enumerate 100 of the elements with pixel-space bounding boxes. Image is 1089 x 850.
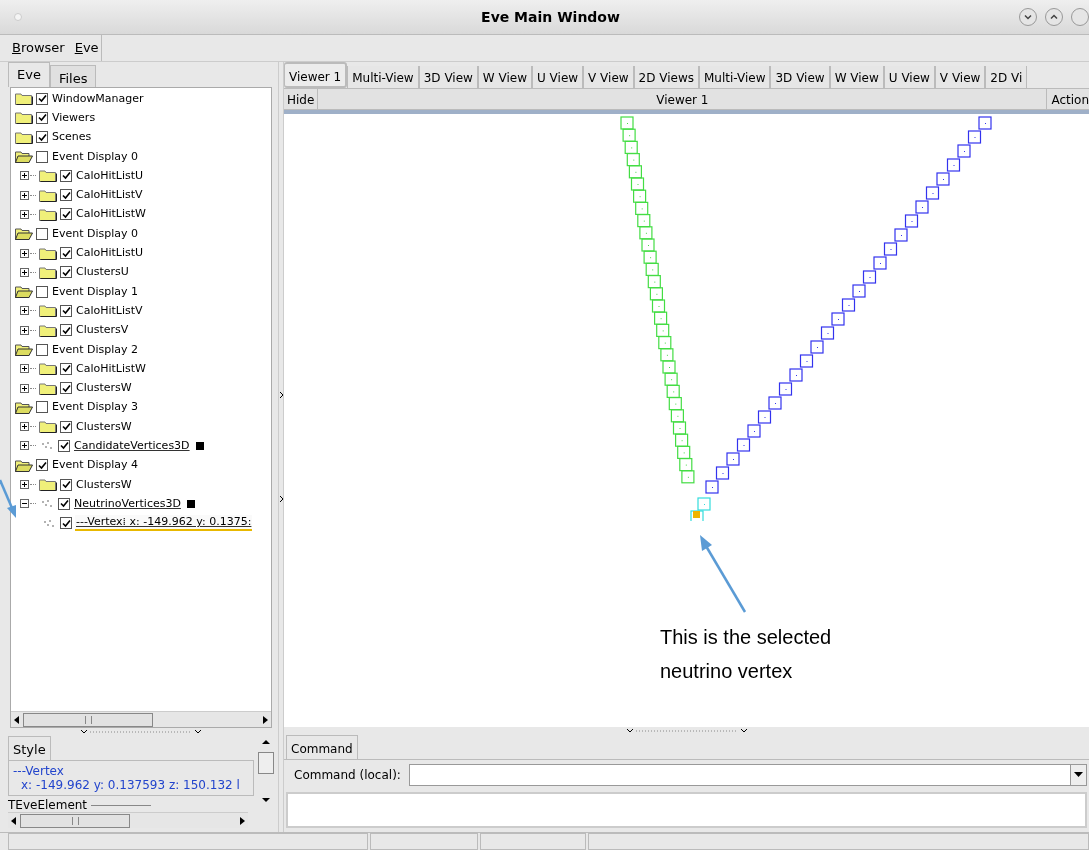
expand-icon[interactable]	[20, 422, 29, 432]
tab[interactable]: Eve	[8, 62, 50, 87]
tree-item[interactable]: Event Display 0	[51, 226, 140, 241]
checkbox[interactable]	[36, 285, 48, 298]
checkbox[interactable]	[60, 189, 72, 202]
open-folder-icon	[15, 285, 33, 299]
tab[interactable]: Viewer 1	[284, 62, 348, 88]
tab[interactable]: 2D Views	[633, 66, 699, 88]
tree-item[interactable]: WindowManager	[51, 91, 145, 106]
tab[interactable]: W View	[829, 66, 884, 88]
tab[interactable]: V View	[583, 66, 634, 88]
folder-icon	[39, 207, 57, 221]
collapse-icon[interactable]	[20, 499, 29, 509]
expand-icon[interactable]	[20, 190, 29, 200]
tree-item[interactable]: CaloHitListU	[75, 168, 145, 183]
checkbox[interactable]	[60, 362, 72, 375]
checkbox[interactable]	[60, 208, 72, 221]
menu-item[interactable]: Eve	[74, 38, 99, 58]
tree-item[interactable]: CaloHitListW	[75, 207, 147, 222]
tree-item[interactable]: NeutrinoVertices3D	[73, 496, 182, 511]
open-folder-icon	[15, 227, 33, 241]
checkbox[interactable]	[36, 150, 48, 163]
checkbox[interactable]	[60, 304, 72, 317]
expand-icon[interactable]	[20, 480, 29, 490]
tab[interactable]: Files	[49, 65, 97, 87]
expand-icon[interactable]	[20, 325, 29, 335]
checkbox[interactable]	[60, 324, 72, 337]
tab[interactable]: W View	[477, 66, 532, 88]
maximize-button[interactable]	[1045, 8, 1063, 26]
scrollbar-thumb[interactable]	[20, 813, 130, 828]
points-icon	[39, 498, 55, 510]
expand-icon[interactable]	[20, 248, 29, 258]
tab[interactable]: 3D View	[770, 66, 830, 88]
checkbox[interactable]	[36, 92, 48, 105]
checkbox[interactable]	[60, 169, 72, 182]
checkbox[interactable]	[36, 343, 48, 356]
scrollbar-thumb[interactable]	[258, 752, 274, 774]
menu-item[interactable]: Browser	[12, 38, 65, 58]
tree-item[interactable]: Event Display 4	[51, 458, 140, 473]
tab[interactable]: V View	[934, 66, 986, 88]
expand-icon[interactable]	[20, 267, 29, 277]
checkbox[interactable]	[36, 401, 48, 414]
scroll-down-icon[interactable]	[261, 796, 271, 804]
minimize-button[interactable]	[1019, 8, 1037, 26]
checkbox[interactable]	[60, 382, 72, 395]
tab[interactable]: Multi-View	[699, 66, 771, 88]
tree-item[interactable]: ClustersW	[75, 381, 133, 396]
tree-item[interactable]: Event Display 3	[51, 400, 140, 415]
tree-item[interactable]: CaloHitListV	[75, 188, 144, 203]
tree-item[interactable]: ---Vertex⁞ x: -149.962 y: 0.1375:	[75, 515, 253, 532]
tab[interactable]: Style	[8, 736, 51, 760]
expand-icon[interactable]	[20, 171, 29, 181]
tree-item[interactable]: Event Display 1	[51, 284, 140, 299]
tree-item[interactable]: ClustersU	[75, 265, 130, 280]
tab[interactable]: U View	[883, 66, 935, 88]
open-folder-icon	[15, 400, 33, 414]
checkbox[interactable]	[58, 497, 70, 510]
checkbox[interactable]	[60, 247, 72, 259]
expand-icon[interactable]	[20, 383, 29, 393]
tab[interactable]: 2D Vi	[985, 66, 1028, 88]
expand-icon[interactable]	[20, 306, 29, 316]
scrollbar-thumb[interactable]	[23, 712, 153, 727]
hide-button[interactable]: Hide	[284, 89, 319, 109]
chevron-down-icon	[1023, 12, 1033, 22]
tree-item[interactable]: ClustersV	[75, 323, 130, 338]
checkbox[interactable]	[58, 440, 70, 452]
folder-icon	[39, 323, 57, 337]
expand-icon[interactable]	[20, 364, 29, 374]
checkbox[interactable]	[36, 131, 48, 144]
chevron-right-icon	[278, 391, 284, 399]
tree-item[interactable]: ClustersW	[75, 477, 133, 492]
checkbox[interactable]	[36, 227, 48, 240]
actions-button[interactable]: Action	[1046, 89, 1089, 109]
command-input[interactable]	[408, 764, 1087, 786]
folder-icon	[15, 92, 33, 106]
checkbox[interactable]	[60, 517, 72, 530]
tree-item[interactable]: Event Display 0	[51, 149, 140, 164]
checkbox[interactable]	[36, 111, 48, 124]
tab[interactable]: U View	[532, 66, 584, 88]
checkbox[interactable]	[60, 420, 72, 433]
expand-icon[interactable]	[20, 209, 29, 219]
folder-icon	[39, 478, 57, 492]
scroll-up-icon[interactable]	[261, 738, 271, 746]
tree-item[interactable]: Viewers	[51, 110, 97, 125]
tab[interactable]: Command	[286, 735, 358, 759]
checkbox[interactable]	[60, 266, 72, 279]
tree-item[interactable]: CaloHitListU	[75, 246, 145, 260]
checkbox[interactable]	[60, 478, 72, 491]
tab[interactable]: Multi-View	[347, 66, 419, 88]
folder-icon	[15, 130, 33, 144]
tree-item[interactable]: ClustersW	[75, 419, 133, 434]
expand-icon[interactable]	[20, 441, 29, 451]
checkbox[interactable]	[36, 459, 48, 472]
tree-item[interactable]: Scenes	[51, 130, 93, 145]
tree-item[interactable]: CaloHitListW	[75, 361, 147, 376]
tree-item[interactable]: CaloHitListV	[75, 303, 144, 318]
tab[interactable]: 3D View	[418, 66, 478, 88]
dropdown-button[interactable]	[1070, 765, 1086, 785]
tree-item[interactable]: Event Display 2	[51, 342, 140, 357]
tree-item[interactable]: CandidateVertices3D	[73, 439, 191, 453]
